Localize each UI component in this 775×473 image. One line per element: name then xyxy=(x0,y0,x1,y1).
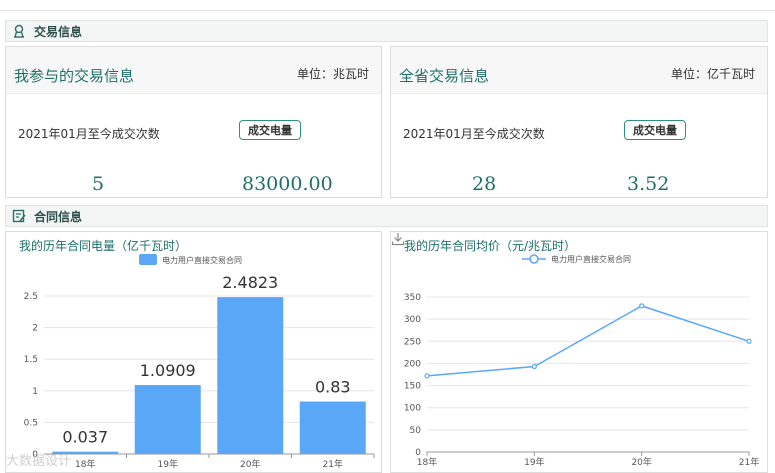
my-trade-volume-value: 83000.00 xyxy=(242,173,333,195)
top-divider xyxy=(0,10,775,11)
bar xyxy=(299,401,366,454)
province-trade-count-label: 2021年01月至今成交次数 xyxy=(403,127,545,141)
badge-icon xyxy=(14,24,24,38)
contract-section-title: 合同信息 xyxy=(34,209,83,224)
bar xyxy=(217,297,284,454)
legend-label: 电力用户直接交易合同 xyxy=(551,254,631,264)
data-point xyxy=(639,303,645,309)
my-trade-count-value: 5 xyxy=(92,173,105,195)
my-trade-title: 我参与的交易信息 xyxy=(14,67,135,85)
bar-value-label: 2.4823 xyxy=(222,273,278,292)
my-trade-volume-badge[interactable]: 成交电量 xyxy=(239,120,301,140)
y-tick-label: 0.5 xyxy=(24,418,38,428)
download-icon[interactable] xyxy=(391,232,405,246)
data-point xyxy=(746,338,752,344)
watermark-text: 大数据设计 xyxy=(6,454,72,469)
my-trade-panel: 我参与的交易信息 单位：兆瓦时 2021年01月至今成交次数 成交电量 5 83… xyxy=(5,46,382,198)
y-tick-label: 2.5 xyxy=(24,292,38,302)
y-tick-label: 250 xyxy=(404,337,421,347)
x-tick-label: 20年 xyxy=(240,458,260,470)
y-tick-label: 100 xyxy=(404,404,421,414)
my-trade-count-label: 2021年01月至今成交次数 xyxy=(18,127,160,141)
province-trade-unit: 单位：亿千瓦时 xyxy=(670,67,755,81)
x-tick-label: 18年 xyxy=(75,458,95,470)
province-trade-count-value: 28 xyxy=(472,173,497,195)
y-tick-label: 2 xyxy=(32,324,38,334)
y-tick-label: 300 xyxy=(404,315,421,325)
document-edit-icon xyxy=(12,209,26,223)
x-tick-label: 18年 xyxy=(417,456,437,468)
trade-section-title: 交易信息 xyxy=(34,24,83,39)
x-tick-label: 19年 xyxy=(524,456,544,468)
province-trade-volume-value: 3.52 xyxy=(627,173,670,195)
y-tick-label: 0 xyxy=(415,448,421,458)
y-tick-label: 1.5 xyxy=(24,355,38,365)
contract-volume-chart-panel: 我的历年合同电量（亿千瓦时） 电力用户直接交易合同 0 0.5 1 1.5 2 2.5 0.0… xyxy=(5,231,382,473)
legend-label: 电力用户直接交易合同 xyxy=(162,255,242,265)
data-point xyxy=(531,363,537,370)
x-tick-label: 20年 xyxy=(631,456,651,468)
bar-value-label: 0.83 xyxy=(315,378,351,397)
bar xyxy=(134,385,201,454)
my-trade-unit: 单位：兆瓦时 xyxy=(296,67,369,81)
contract-price-line-chart: 电力用户直接交易合同 0 50 100 150 200 250 300 350 18年 19年 20年… xyxy=(404,254,759,468)
y-tick-label: 200 xyxy=(404,359,421,369)
y-tick-label: 50 xyxy=(410,426,422,436)
province-trade-title: 全省交易信息 xyxy=(399,67,490,85)
contract-volume-bar-chart: 电力用户直接交易合同00.511.522.50.03718年1.090919年2… xyxy=(24,254,375,470)
province-trade-panel: 全省交易信息 单位：亿千瓦时 2021年01月至今成交次数 成交电量 28 3.… xyxy=(390,46,768,198)
y-tick-label: 1 xyxy=(32,387,38,397)
y-tick-label: 350 xyxy=(404,293,421,303)
x-tick-label: 21年 xyxy=(739,456,759,468)
data-point xyxy=(424,373,430,379)
legend-marker xyxy=(529,254,539,264)
contract-section-header: 合同信息 xyxy=(5,205,768,227)
province-trade-volume-badge[interactable]: 成交电量 xyxy=(624,120,686,140)
y-tick-label: 150 xyxy=(404,382,421,392)
x-tick-label: 21年 xyxy=(323,458,343,470)
x-tick-label: 19年 xyxy=(158,458,178,470)
contract-price-chart-panel: 我的历年合同均价（元/兆瓦时） 电力用户直接交易合同 0 50 100 150 200 25… xyxy=(390,231,768,473)
bar-value-label: 0.037 xyxy=(62,428,108,447)
legend-swatch xyxy=(139,254,157,265)
trade-section-header: 交易信息 xyxy=(5,20,768,42)
bar-value-label: 1.0909 xyxy=(140,361,196,380)
